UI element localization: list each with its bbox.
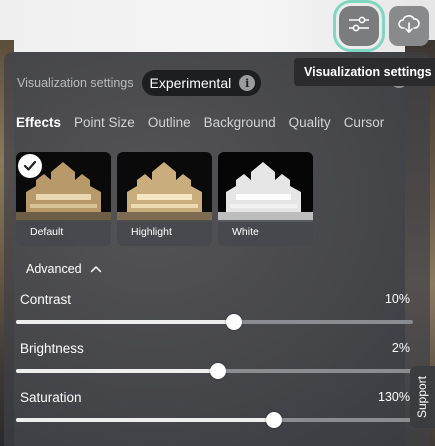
effect-preview-image [117, 152, 212, 222]
check-icon [18, 154, 42, 178]
tab-background[interactable]: Background [204, 115, 276, 130]
slider-thumb[interactable] [266, 412, 283, 428]
tab-cursor[interactable]: Cursor [344, 115, 385, 130]
experimental-chip[interactable]: Experimental i [141, 70, 262, 96]
tab-effects[interactable]: Effects [16, 115, 61, 130]
panel-header: Visualization settings Experimental i [17, 70, 262, 96]
effect-label: Default [30, 226, 64, 238]
advanced-toggle[interactable]: Advanced [26, 262, 102, 276]
slider-label: Brightness [20, 341, 84, 356]
chevron-up-icon [82, 262, 102, 276]
info-icon[interactable]: i [239, 75, 256, 91]
visualization-settings-button[interactable] [333, 0, 385, 52]
effect-label: White [232, 226, 259, 238]
effect-preview-image [218, 152, 313, 222]
effects-list: Default Highlight White [16, 152, 319, 246]
slider-thumb[interactable] [210, 363, 227, 379]
support-tab[interactable]: Support [410, 366, 435, 428]
slider-thumb[interactable] [226, 314, 243, 330]
support-label: Support [415, 375, 430, 419]
slider-value: 2% [391, 341, 410, 355]
tooltip: Visualization settings [294, 58, 435, 86]
contrast-slider[interactable] [16, 314, 413, 330]
effect-label: Highlight [131, 226, 172, 238]
slider-label: Saturation [20, 390, 82, 405]
download-button[interactable] [389, 6, 429, 46]
settings-tabs: Effects Point Size Outline Background Qu… [16, 115, 397, 130]
slider-label: Contrast [20, 292, 72, 307]
advanced-label: Advanced [26, 262, 82, 276]
tab-point-size[interactable]: Point Size [74, 115, 135, 130]
tab-quality[interactable]: Quality [289, 115, 331, 130]
chip-label: Experimental [149, 75, 232, 91]
effect-card-white[interactable]: White [218, 152, 313, 246]
visualization-settings-panel: Visualization settings Experimental i Ef… [4, 52, 430, 446]
saturation-slider[interactable] [16, 412, 413, 428]
tab-outline[interactable]: Outline [148, 115, 191, 130]
effect-card-highlight[interactable]: Highlight [117, 152, 212, 246]
slider-value: 10% [384, 292, 410, 306]
brightness-slider[interactable] [16, 363, 413, 379]
sliders-icon [348, 15, 370, 38]
cloud-download-icon [398, 14, 420, 39]
panel-title: Visualization settings [17, 76, 134, 90]
slider-value: 130% [378, 390, 410, 404]
effect-card-default[interactable]: Default [16, 152, 111, 246]
